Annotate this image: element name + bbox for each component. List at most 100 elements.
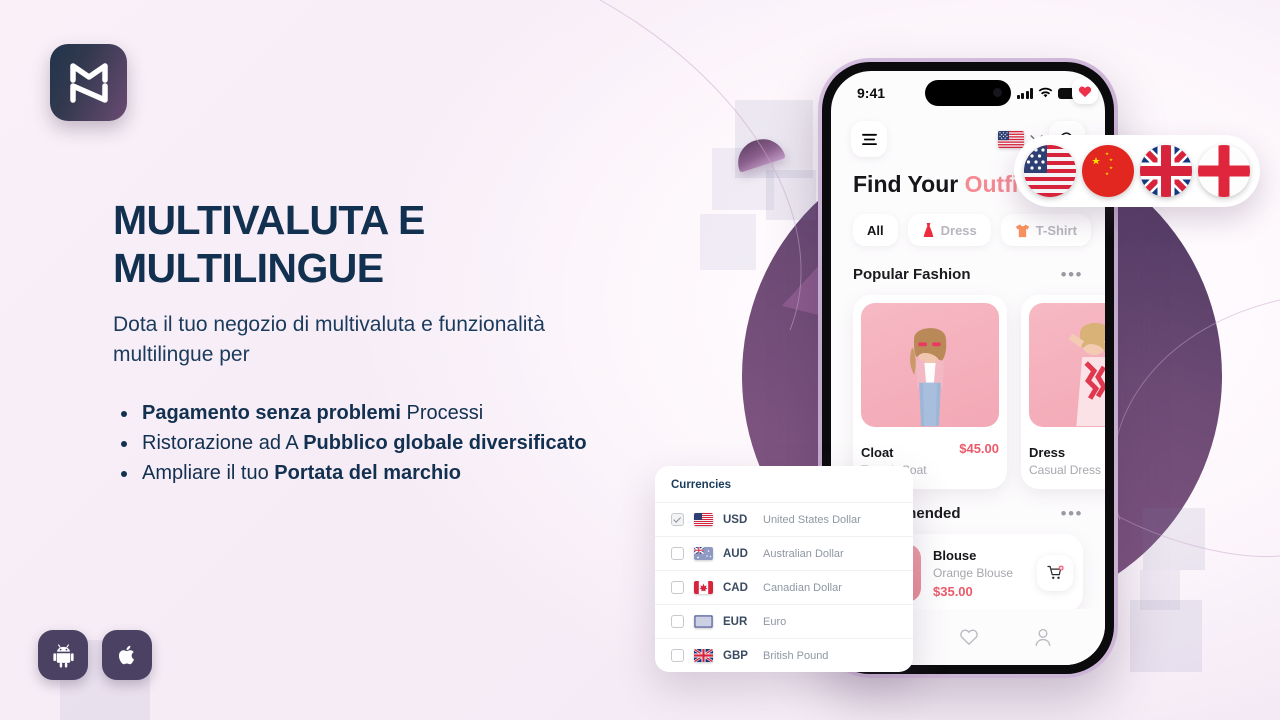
wifi-icon — [1038, 87, 1053, 98]
england-flag-icon — [1198, 145, 1250, 197]
currency-row-gbp[interactable]: GBP British Pound — [655, 639, 913, 672]
add-to-cart-button[interactable] — [1037, 555, 1073, 591]
dress-icon — [923, 223, 933, 237]
product-name: Blouse — [933, 547, 977, 563]
product-description: Casual Dress — [1029, 463, 1102, 477]
flag-cn-circle[interactable] — [1082, 145, 1134, 197]
currencies-title: Currencies — [655, 466, 913, 503]
headline-line-1: MULTIVALUTA E — [113, 197, 425, 243]
bullet-plain-text: Ampliare il tuo — [142, 462, 275, 484]
ca-flag-icon — [694, 581, 713, 594]
section-title: Popular Fashion — [853, 266, 971, 283]
status-bar: 9:41 — [831, 71, 1105, 115]
product-image — [1029, 303, 1105, 427]
currency-name: Australian Dollar — [763, 547, 844, 560]
currencies-panel: Currencies USD United States Dollar AUD … — [655, 466, 913, 672]
product-card-list: Cloat $45.00 Trench Coat — [831, 78, 1105, 489]
currency-row-usd[interactable]: USD United States Dollar — [655, 503, 913, 537]
hamburger-menu-icon — [861, 133, 877, 145]
dynamic-island — [925, 80, 1011, 106]
flag-en-circle[interactable] — [1198, 145, 1250, 197]
flag-us-circle[interactable] — [1024, 145, 1076, 197]
favorites-tab-icon[interactable] — [959, 628, 979, 646]
chip-label: T-Shirt — [1035, 222, 1077, 238]
android-badge[interactable] — [38, 630, 88, 680]
product-meta: Blouse Orange Blouse $35.00 — [933, 548, 1025, 599]
product-description: Orange Blouse — [933, 565, 1014, 580]
currency-code: USD — [723, 513, 748, 526]
currency-row-eur[interactable]: EUR Euro — [655, 605, 913, 639]
decor-square — [1130, 600, 1202, 672]
app-logo — [50, 44, 127, 121]
decor-square — [1143, 508, 1205, 570]
hamburger-menu-button[interactable] — [851, 121, 887, 157]
android-icon — [52, 643, 74, 668]
section-menu-button[interactable]: ••• — [1061, 505, 1083, 522]
uk-flag-icon — [1140, 145, 1192, 197]
heart-icon — [1078, 86, 1092, 97]
us-flag-icon — [1024, 145, 1076, 197]
currency-name: Canadian Dollar — [763, 581, 842, 594]
eu-flag-icon — [694, 615, 713, 628]
tshirt-icon — [1015, 224, 1029, 237]
bullet-bold-text: Portata del marchio — [274, 462, 461, 484]
us-flag-icon — [694, 513, 713, 526]
section-menu-button[interactable]: ••• — [1061, 266, 1083, 283]
bullet-plain-text: Ristorazione ad A — [142, 432, 304, 454]
product-card[interactable]: Dress Casual Dress — [1021, 295, 1105, 489]
decor-square — [766, 170, 816, 220]
currency-code: CAD — [723, 581, 748, 594]
model-photo — [1068, 322, 1105, 427]
currency-checkbox[interactable] — [671, 581, 684, 594]
product-price: $45.00 — [959, 440, 999, 456]
product-name: Cloat — [861, 445, 894, 460]
language-flag-pill — [1014, 135, 1260, 207]
product-meta-row: Dress — [1029, 436, 1105, 460]
chip-label: All — [867, 222, 884, 238]
currency-name: British Pound — [763, 649, 829, 662]
product-meta-row: Cloat $45.00 — [861, 436, 999, 461]
platform-badges — [38, 630, 152, 680]
currency-checkbox[interactable] — [671, 547, 684, 560]
bullet-plain-text: Processi — [400, 402, 484, 424]
bullet-bold-text: Pagamento senza problemi — [142, 402, 401, 424]
model-photo — [910, 328, 947, 427]
currency-checkbox[interactable] — [671, 615, 684, 628]
signal-icon — [1016, 87, 1033, 99]
headline-line-2: MULTILINGUE — [113, 245, 384, 291]
currency-code: GBP — [723, 649, 748, 662]
product-card[interactable]: Cloat $45.00 Trench Coat — [853, 78, 1098, 489]
chip-all[interactable]: All — [853, 214, 898, 246]
currency-code: AUD — [723, 547, 748, 560]
currency-name: Euro — [763, 615, 787, 628]
chip-label: Dress — [940, 222, 977, 238]
product-name: Dress — [1029, 445, 1066, 460]
au-flag-icon — [694, 547, 713, 560]
product-price: $35.00 — [933, 583, 973, 599]
currency-row-cad[interactable]: CAD Canadian Dollar — [655, 571, 913, 605]
mn-monogram-icon — [69, 62, 108, 103]
screen-title-plain: Find Your — [853, 171, 965, 197]
bullet-bold-text: Pubblico globale diversificato — [303, 432, 587, 454]
apple-badge[interactable] — [102, 630, 152, 680]
subheadline: Dota il tuo negozio di multivaluta e fun… — [113, 313, 545, 366]
apple-icon — [118, 645, 135, 665]
us-flag-icon[interactable] — [998, 130, 1024, 148]
add-to-cart-icon — [1046, 565, 1064, 580]
currency-name: United States Dollar — [763, 513, 861, 526]
list-item: Pagamento senza problemi Processi — [118, 398, 758, 428]
chip-dress[interactable]: Dress — [907, 214, 991, 246]
flag-gb-circle[interactable] — [1140, 145, 1192, 197]
product-image — [861, 303, 999, 427]
gb-flag-icon — [694, 649, 713, 662]
page-title: MULTIVALUTA E MULTILINGUE — [113, 196, 733, 292]
favorite-button[interactable] — [1072, 78, 1098, 104]
currency-checkbox[interactable] — [671, 649, 684, 662]
profile-tab-icon[interactable] — [1034, 628, 1052, 647]
list-item: Ristorazione ad A Pubblico globale diver… — [118, 428, 758, 458]
currency-checkbox[interactable] — [671, 513, 684, 526]
status-time: 9:41 — [857, 85, 886, 101]
cn-flag-icon — [1082, 145, 1134, 197]
currency-row-aud[interactable]: AUD Australian Dollar — [655, 537, 913, 571]
chip-tshirt[interactable]: T-Shirt — [1000, 214, 1091, 246]
